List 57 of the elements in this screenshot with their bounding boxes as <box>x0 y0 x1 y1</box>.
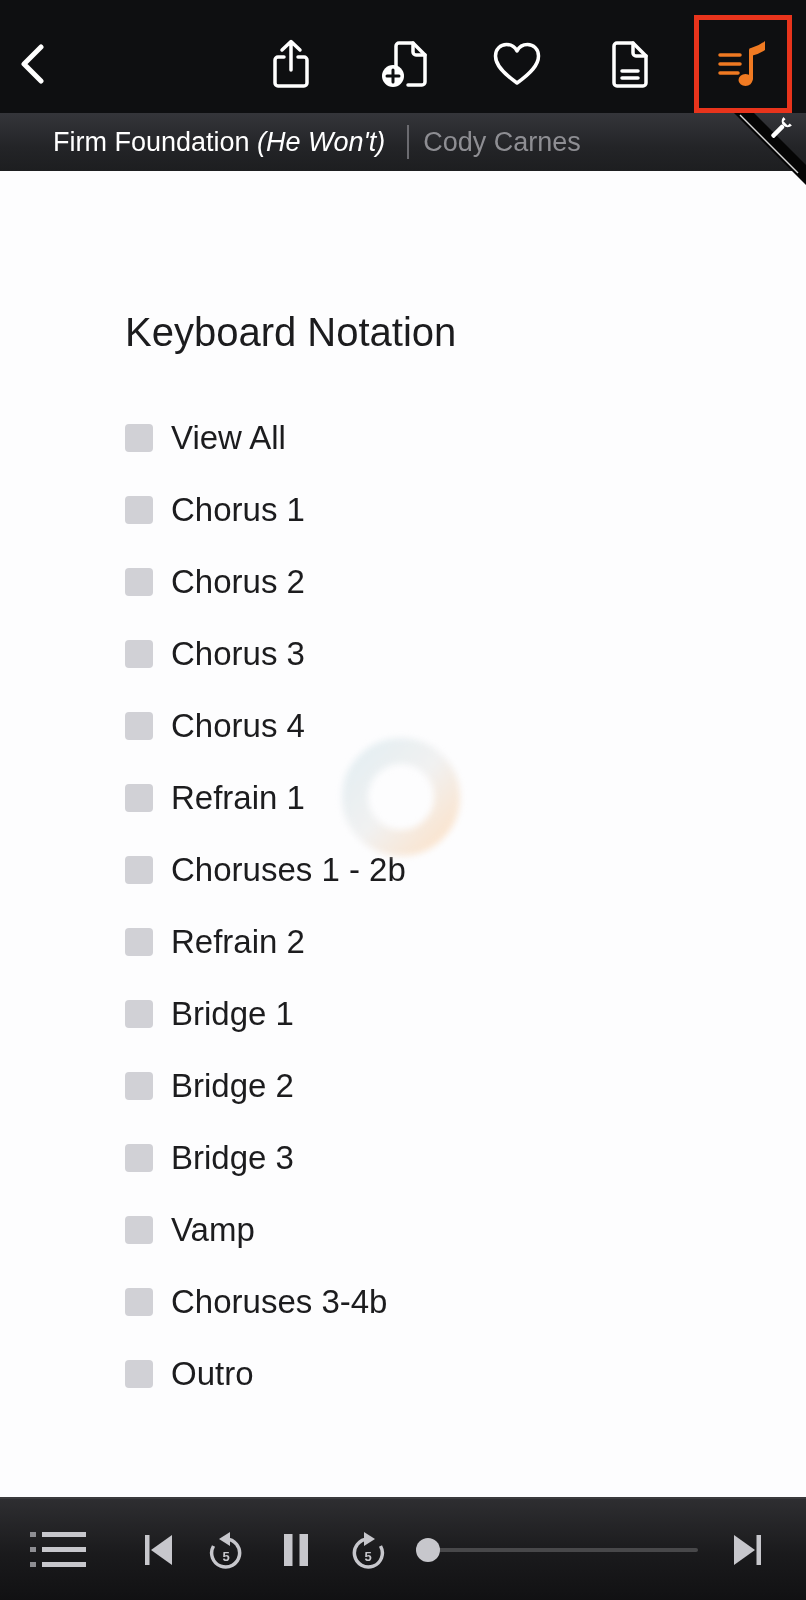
checkbox[interactable] <box>125 1288 153 1316</box>
forward-button[interactable]: 5 <box>350 1529 386 1570</box>
option-label: Choruses 1 - 2b <box>171 851 406 889</box>
pause-button[interactable] <box>284 1533 308 1566</box>
option-label: Refrain 1 <box>171 779 305 817</box>
list-icon <box>30 1529 86 1570</box>
back-button[interactable] <box>19 44 45 84</box>
option-label: Bridge 2 <box>171 1067 294 1105</box>
option-label: Chorus 3 <box>171 635 305 673</box>
checkbox[interactable] <box>125 1072 153 1100</box>
option-label: Chorus 1 <box>171 491 305 529</box>
option-label: Chorus 4 <box>171 707 305 745</box>
share-button[interactable] <box>271 39 311 89</box>
skip-back-icon <box>145 1533 173 1566</box>
option-label: Bridge 1 <box>171 995 294 1033</box>
share-icon <box>271 39 311 89</box>
checkbox[interactable] <box>125 784 153 812</box>
music-note-list-icon <box>718 39 768 89</box>
artist-name: Cody Carnes <box>423 126 581 158</box>
option-label: Choruses 3-4b <box>171 1283 388 1321</box>
back-chevron-icon <box>19 44 45 84</box>
pause-icon <box>284 1533 308 1566</box>
checkbox[interactable] <box>125 1144 153 1172</box>
checkbox[interactable] <box>125 712 153 740</box>
option-label: Vamp <box>171 1211 255 1249</box>
checkbox[interactable] <box>125 1360 153 1388</box>
checkbox[interactable] <box>125 856 153 884</box>
forward-arrow-icon <box>350 1529 386 1570</box>
option-label: Bridge 3 <box>171 1139 294 1177</box>
notation-button[interactable] <box>694 15 792 113</box>
next-button[interactable] <box>733 1533 761 1566</box>
checkbox[interactable] <box>125 1000 153 1028</box>
playlist-button[interactable] <box>30 1529 86 1570</box>
previous-button[interactable] <box>145 1533 173 1566</box>
slider-thumb[interactable] <box>416 1537 440 1562</box>
add-document-icon <box>380 39 428 89</box>
song-title: Firm Foundation (He Won't) <box>53 126 386 158</box>
heart-icon <box>493 42 541 86</box>
section-heading: Keyboard Notation <box>125 310 457 354</box>
checkbox[interactable] <box>125 496 153 524</box>
option-label: Refrain 2 <box>171 923 305 961</box>
wrench-corner-icon[interactable] <box>734 113 806 185</box>
checkbox[interactable] <box>125 640 153 668</box>
document-icon <box>611 39 649 89</box>
checkbox[interactable] <box>125 424 153 452</box>
rewind-button[interactable]: 5 <box>208 1529 244 1570</box>
skip-forward-icon <box>733 1533 761 1566</box>
favorite-button[interactable] <box>493 42 541 86</box>
option-label: Outro <box>171 1355 254 1393</box>
checkbox[interactable] <box>125 1216 153 1244</box>
option-label: View All <box>171 419 286 457</box>
rewind-arrow-icon <box>208 1529 244 1570</box>
option-label: Chorus 2 <box>171 563 305 601</box>
checkbox[interactable] <box>125 568 153 596</box>
add-document-button[interactable] <box>380 39 428 89</box>
document-button[interactable] <box>611 39 649 89</box>
checkbox[interactable] <box>125 928 153 956</box>
